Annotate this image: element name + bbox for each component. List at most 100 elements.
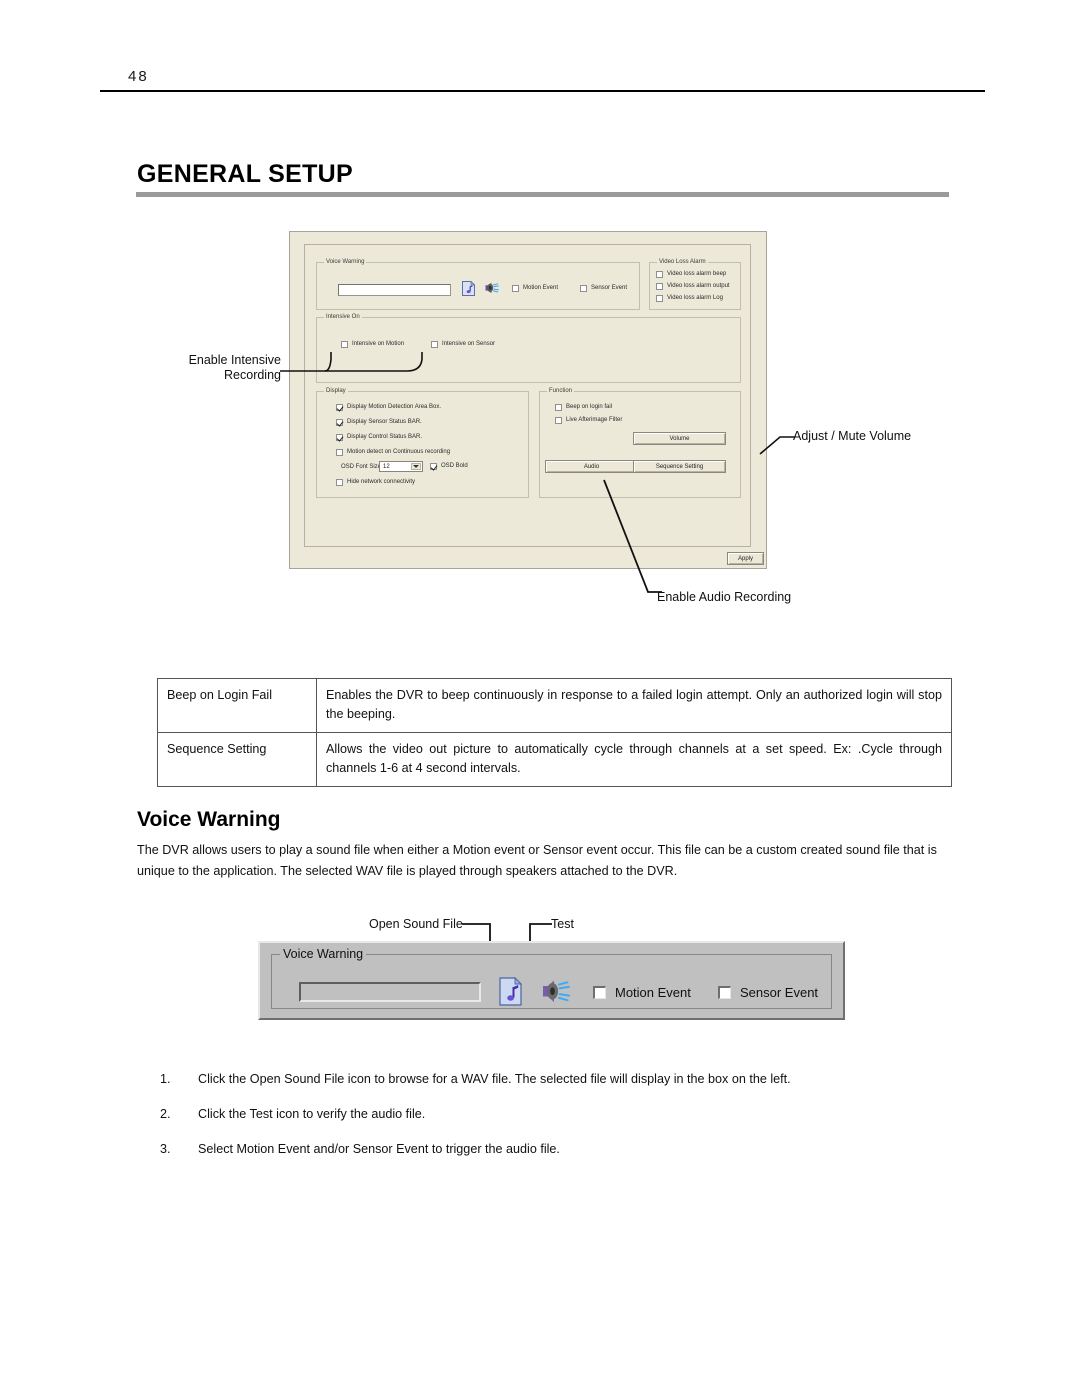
checkbox-row-video-loss-alarm-output[interactable]: Video loss alarm output [656, 282, 730, 290]
sensor-event-label: Sensor Event [591, 285, 628, 291]
voice-warning-body-text: The DVR allows users to play a sound fil… [137, 843, 937, 878]
checkbox-row-motion-detect-continuous[interactable]: Motion detect on Continuous recording [336, 448, 450, 456]
checkbox-row-sensor-event[interactable]: Sensor Event [718, 985, 818, 1000]
callout-enable-intensive-recording-line1: Enable Intensive [188, 353, 281, 367]
checkbox-row-intensive-on-motion[interactable]: Intensive on Motion [341, 340, 404, 348]
volume-button[interactable]: Volume [633, 432, 726, 445]
display-control-status-bar-label: Display Control Status BAR. [347, 434, 423, 440]
osd-font-size-select[interactable]: 12 [379, 461, 423, 472]
callout-adjust-mute-volume-text: Adjust / Mute Volume [793, 429, 912, 443]
live-afterimage-filter-label: Live Afterimage Filter [566, 417, 623, 423]
audio-button[interactable]: Audio [545, 460, 638, 473]
leader-line-intensive-recording [280, 352, 423, 372]
osd-bold-label: OSD Bold [441, 463, 468, 469]
group-display-title: Display [324, 387, 348, 395]
list-item-number: 1. [160, 1072, 171, 1086]
apply-button[interactable]: Apply [727, 552, 764, 565]
page-title-underline [136, 192, 949, 197]
voice-warning-file-input[interactable] [338, 284, 451, 296]
list-item-text: Click the Test icon to verify the audio … [198, 1107, 426, 1121]
general-setup-dialog: Voice Warning Motion Event Sensor Event … [289, 231, 767, 569]
group-intensive-on-title: Intensive On [324, 313, 362, 321]
voice-warning-panel-group: Voice Warning Motion Event Sensor Event [271, 947, 832, 1009]
group-video-loss-alarm: Video Loss Alarm Video loss alarm beep V… [649, 258, 741, 310]
audio-button-label: Audio [583, 463, 600, 470]
motion-event-checkbox[interactable] [512, 284, 519, 292]
sequence-setting-button[interactable]: Sequence Setting [633, 460, 726, 473]
checkbox-row-osd-bold[interactable]: OSD Bold [430, 462, 468, 470]
osd-font-size-label: OSD Font Size : [341, 464, 385, 470]
callout-enable-audio-recording-text: Enable Audio Recording [657, 590, 792, 604]
table-row: Sequence Setting Allows the video out pi… [157, 732, 952, 787]
callout-enable-audio-recording: Enable Audio Recording [657, 590, 791, 605]
sequence-setting-button-label: Sequence Setting [655, 463, 704, 470]
sensor-event-checkbox[interactable] [718, 986, 731, 999]
beep-on-login-fail-label: Beep on login fail [566, 404, 613, 410]
voice-warning-heading: Voice Warning [137, 808, 281, 831]
list-item: 1. Click the Open Sound File icon to bro… [160, 1070, 950, 1089]
sensor-event-checkbox[interactable] [580, 284, 587, 292]
checkbox-row-beep-on-login-fail[interactable]: Beep on login fail [555, 403, 612, 411]
beep-on-login-fail-checkbox[interactable] [555, 403, 562, 411]
table-cell-term: Beep on Login Fail [157, 678, 317, 733]
intensive-on-sensor-label: Intensive on Sensor [442, 341, 496, 347]
video-loss-alarm-output-checkbox[interactable] [656, 282, 663, 290]
callout-open-sound-file: Open Sound File [369, 917, 463, 932]
group-display: Display Display Motion Detection Area Bo… [316, 387, 529, 498]
checkbox-row-live-afterimage-filter[interactable]: Live Afterimage Filter [555, 416, 622, 424]
voice-warning-steps-list: 1. Click the Open Sound File icon to bro… [160, 1070, 950, 1175]
live-afterimage-filter-checkbox[interactable] [555, 416, 562, 424]
checkbox-row-display-control-status-bar[interactable]: Display Control Status BAR. [336, 433, 422, 441]
motion-detect-continuous-checkbox[interactable] [336, 448, 343, 456]
chevron-down-icon[interactable] [411, 463, 421, 470]
checkbox-row-hide-network-connectivity[interactable]: Hide network connectivity [336, 478, 415, 486]
volume-button-label: Volume [669, 435, 690, 442]
music-file-icon[interactable] [499, 977, 522, 1006]
page-number: 48 [128, 68, 149, 85]
callout-open-sound-file-text: Open Sound File [369, 917, 463, 931]
leader-line-enable-audio-recording [603, 479, 662, 593]
speaker-icon[interactable] [484, 281, 500, 295]
list-item: 2. Click the Test icon to verify the aud… [160, 1105, 950, 1124]
checkbox-row-motion-event[interactable]: Motion Event [593, 985, 691, 1000]
dialog-inner-frame: Voice Warning Motion Event Sensor Event … [304, 244, 751, 547]
video-loss-alarm-output-label: Video loss alarm output [667, 283, 730, 289]
checkbox-row-display-motion-area-box[interactable]: Display Motion Detection Area Box. [336, 403, 441, 411]
list-item-number: 3. [160, 1142, 171, 1156]
display-motion-area-box-checkbox[interactable] [336, 403, 343, 411]
intensive-on-motion-checkbox[interactable] [341, 340, 348, 348]
checkbox-row-motion-event[interactable]: Motion Event [512, 284, 558, 292]
checkbox-row-intensive-on-sensor[interactable]: Intensive on Sensor [431, 340, 495, 348]
motion-event-label: Motion Event [523, 285, 559, 291]
display-motion-area-box-label: Display Motion Detection Area Box. [347, 404, 442, 410]
display-control-status-bar-checkbox[interactable] [336, 433, 343, 441]
display-sensor-status-bar-label: Display Sensor Status BAR. [347, 419, 422, 425]
intensive-on-sensor-checkbox[interactable] [431, 340, 438, 348]
checkbox-row-video-loss-alarm-beep[interactable]: Video loss alarm beep [656, 270, 726, 278]
checkbox-row-video-loss-alarm-log[interactable]: Video loss alarm Log [656, 294, 723, 302]
display-sensor-status-bar-checkbox[interactable] [336, 418, 343, 426]
page-title: GENERAL SETUP [137, 160, 353, 188]
music-file-icon[interactable] [462, 281, 475, 296]
speaker-icon[interactable] [541, 978, 571, 1005]
intensive-on-motion-label: Intensive on Motion [352, 341, 405, 347]
table-cell-definition: Allows the video out picture to automati… [316, 732, 952, 787]
group-voice-warning: Voice Warning Motion Event Sensor Event [316, 258, 640, 310]
osd-bold-checkbox[interactable] [430, 462, 437, 470]
checkbox-row-display-sensor-status-bar[interactable]: Display Sensor Status BAR. [336, 418, 422, 426]
motion-event-label: Motion Event [615, 985, 691, 1000]
video-loss-alarm-beep-checkbox[interactable] [656, 270, 663, 278]
table-row: Beep on Login Fail Enables the DVR to be… [157, 678, 952, 733]
list-item-number: 2. [160, 1107, 171, 1121]
hide-network-connectivity-checkbox[interactable] [336, 478, 343, 486]
motion-event-checkbox[interactable] [593, 986, 606, 999]
voice-warning-panel-group-title: Voice Warning [280, 947, 367, 961]
checkbox-row-sensor-event[interactable]: Sensor Event [580, 284, 627, 292]
voice-warning-panel-file-input[interactable] [299, 982, 481, 1002]
video-loss-alarm-log-checkbox[interactable] [656, 294, 663, 302]
voice-warning-panel: Voice Warning Motion Event Sensor Event [258, 941, 845, 1020]
list-item-text: Click the Open Sound File icon to browse… [198, 1072, 791, 1086]
callout-enable-intensive-recording: Enable Intensive Recording [183, 353, 281, 383]
leader-line-adjust-mute-volume [759, 436, 795, 455]
header-divider [100, 90, 985, 92]
